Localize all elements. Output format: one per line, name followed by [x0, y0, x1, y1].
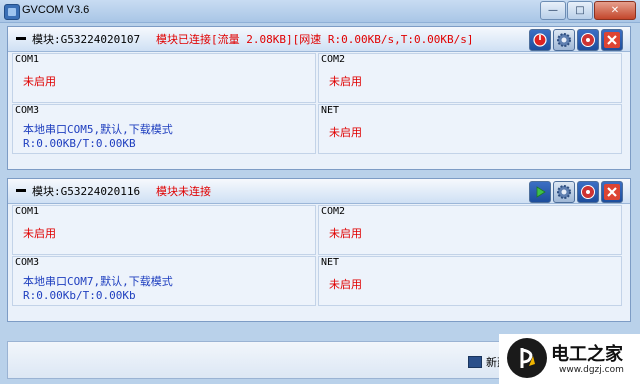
module-status: 模块已连接[流量 2.08KB][网速 R:0.00KB/s,T:0.00KB/…: [156, 33, 474, 46]
disc-icon: [581, 33, 595, 47]
port-label: COM1: [15, 206, 40, 217]
port-cell-com1[interactable]: COM1 未启用: [12, 53, 316, 103]
port-cell-com1[interactable]: COM1 未启用: [12, 205, 316, 255]
port-label: COM3: [15, 105, 40, 116]
collapse-icon[interactable]: [16, 189, 26, 192]
module-status: 模块未连接: [156, 185, 211, 198]
port-status: 未启用: [329, 126, 362, 139]
port-cell-com2[interactable]: COM2 未启用: [318, 205, 622, 255]
port-label: NET: [321, 105, 340, 116]
gear-icon: [557, 33, 571, 47]
port-cell-com3[interactable]: COM3 本地串口COM5,默认,下载模式 R:0.00KB/T:0.00KB: [12, 104, 316, 154]
close-icon: [604, 32, 620, 48]
port-status: 未启用: [329, 278, 362, 291]
module-panel: 模块:G53224020116 模块未连接 COM1 未启用 COM2 未启用 …: [7, 178, 631, 322]
port-label: COM1: [15, 54, 40, 65]
port-traffic: R:0.00KB/T:0.00KB: [23, 137, 136, 150]
window-title: GVCOM V3.6: [22, 4, 90, 16]
window-controls: — □ ✕: [539, 1, 636, 20]
maximize-button[interactable]: □: [567, 1, 593, 20]
disc-button[interactable]: [577, 181, 599, 203]
port-label: COM3: [15, 257, 40, 268]
logo-url: www.dgzj.com: [559, 365, 624, 375]
app-icon: [4, 4, 20, 20]
collapse-icon[interactable]: [16, 37, 26, 40]
remove-module-button[interactable]: [601, 29, 623, 51]
play-icon: [536, 186, 546, 198]
port-cell-com2[interactable]: COM2 未启用: [318, 53, 622, 103]
settings-button[interactable]: [553, 29, 575, 51]
port-traffic: R:0.00Kb/T:0.00Kb: [23, 289, 136, 302]
watermark-logo: 电工之家 www.dgzj.com: [499, 334, 640, 384]
maximize-icon: □: [575, 5, 585, 16]
port-status: 未启用: [23, 75, 56, 88]
disc-icon: [581, 185, 595, 199]
port-cell-net[interactable]: NET 未启用: [318, 104, 622, 154]
port-label: COM2: [321, 54, 346, 65]
port-config: 本地串口COM5,默认,下载模式: [23, 123, 173, 136]
module-title: 模块:G53224020116: [32, 185, 141, 198]
module-title: 模块:G53224020107: [32, 33, 141, 46]
logo-mark: [520, 348, 535, 368]
port-status: 未启用: [329, 75, 362, 88]
minimize-button[interactable]: —: [540, 1, 566, 20]
port-status: 未启用: [23, 227, 56, 240]
logo-icon: [507, 338, 547, 378]
settings-button[interactable]: [553, 181, 575, 203]
window-titlebar: GVCOM V3.6 — □ ✕: [0, 0, 640, 23]
new-icon[interactable]: [468, 356, 482, 368]
port-label: COM2: [321, 206, 346, 217]
port-cell-com3[interactable]: COM3 本地串口COM7,默认,下载模式 R:0.00Kb/T:0.00Kb: [12, 256, 316, 306]
disc-button[interactable]: [577, 29, 599, 51]
connect-button[interactable]: [529, 181, 551, 203]
close-button[interactable]: ✕: [594, 1, 636, 20]
close-icon: [604, 184, 620, 200]
port-cell-net[interactable]: NET 未启用: [318, 256, 622, 306]
port-label: NET: [321, 257, 340, 268]
port-status: 未启用: [329, 227, 362, 240]
module-header: 模块:G53224020107 模块已连接[流量 2.08KB][网速 R:0.…: [8, 27, 630, 52]
remove-module-button[interactable]: [601, 181, 623, 203]
close-icon: ✕: [610, 5, 620, 16]
module-panel: 模块:G53224020107 模块已连接[流量 2.08KB][网速 R:0.…: [7, 26, 631, 170]
minimize-icon: —: [548, 5, 558, 16]
power-icon: [533, 33, 547, 47]
port-config: 本地串口COM7,默认,下载模式: [23, 275, 173, 288]
logo-title: 电工之家: [551, 344, 623, 365]
power-button[interactable]: [529, 29, 551, 51]
gear-icon: [557, 185, 571, 199]
module-header: 模块:G53224020116 模块未连接: [8, 179, 630, 204]
